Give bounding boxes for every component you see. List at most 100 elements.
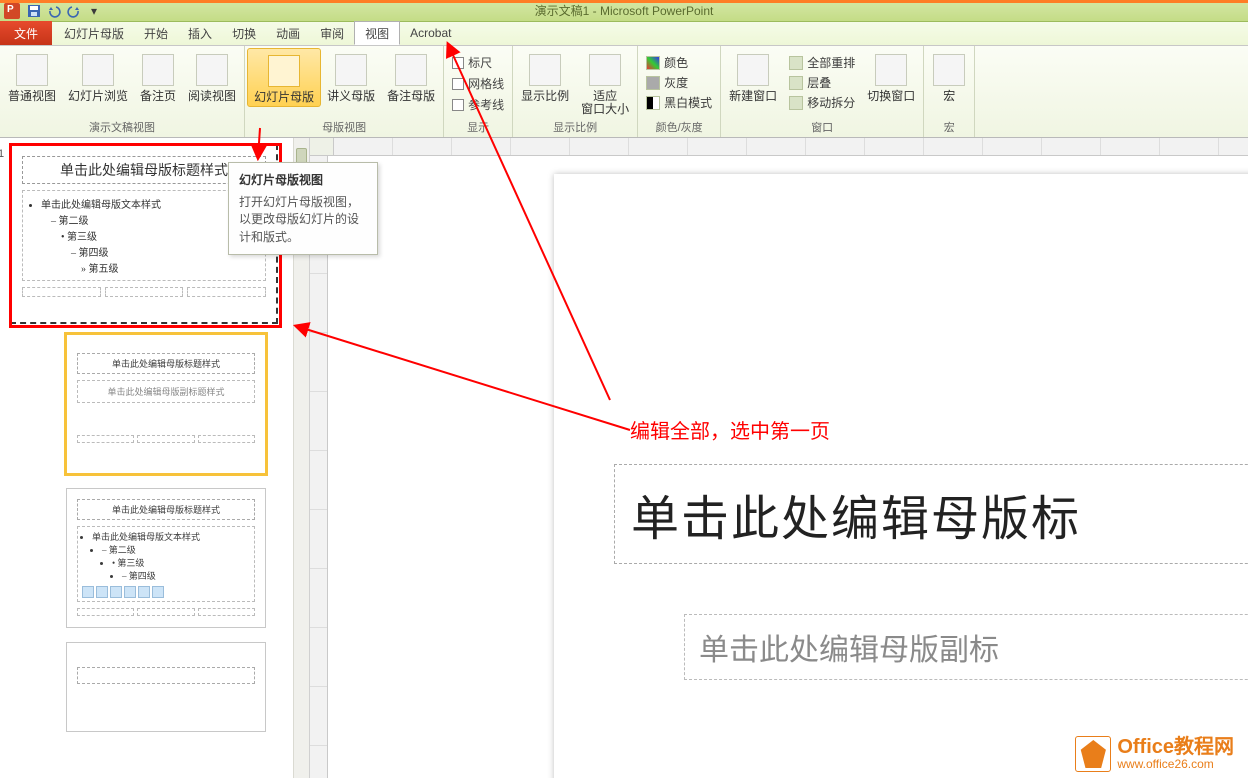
undo-icon[interactable] <box>45 2 63 20</box>
window-title: 演示文稿1 - Microsoft PowerPoint <box>535 2 714 19</box>
switch-windows-button[interactable]: 切换窗口 <box>861 48 921 105</box>
fit-window-button[interactable]: 适应 窗口大小 <box>575 48 635 118</box>
bullet-l4: 第四级 <box>79 248 109 259</box>
move-split-button[interactable]: 移动拆分 <box>789 94 855 111</box>
group-show: 标尺 网格线 参考线 显示 <box>444 46 513 137</box>
group-color-grayscale: 颜色 灰度 黑白模式 颜色/灰度 <box>638 46 721 137</box>
tab-slide-master[interactable]: 幻灯片母版 <box>54 21 134 45</box>
bullet-l1: 单击此处编辑母版文本样式 <box>92 530 250 543</box>
thumb-title <box>77 667 255 684</box>
layout-thumb-1[interactable]: 单击此处编辑母版标题样式 单击此处编辑母版副标题样式 <box>66 334 266 474</box>
group-label: 窗口 <box>723 121 921 137</box>
notes-master-icon <box>395 54 427 86</box>
group-label: 颜色/灰度 <box>640 121 718 137</box>
sorter-icon <box>82 54 114 86</box>
tab-animation[interactable]: 动画 <box>266 21 310 45</box>
canvas-viewport[interactable]: 单击此处编辑母版标 单击此处编辑母版副标 <box>334 156 1248 778</box>
macros-icon <box>933 54 965 86</box>
guides-checkbox[interactable]: 参考线 <box>452 96 504 113</box>
tab-label: 动画 <box>276 25 300 42</box>
screentip: 幻灯片母版视图 打开幻灯片母版视图，以更改母版幻灯片的设计和版式。 <box>228 162 378 255</box>
tab-label: 切换 <box>232 25 256 42</box>
btn-label: 移动拆分 <box>807 94 855 111</box>
tab-insert[interactable]: 插入 <box>178 21 222 45</box>
slide-canvas[interactable]: 单击此处编辑母版标 单击此处编辑母版副标 <box>554 174 1248 778</box>
title-bar: ▾ 演示文稿1 - Microsoft PowerPoint <box>0 0 1248 22</box>
btn-label: 灰度 <box>664 74 688 91</box>
bullet-l1: 单击此处编辑母版文本样式 <box>41 196 259 211</box>
handout-master-button[interactable]: 讲义母版 <box>321 48 381 105</box>
tab-view[interactable]: 视图 <box>354 21 400 45</box>
arrange-icon <box>789 56 803 70</box>
horizontal-ruler[interactable] <box>334 138 1248 156</box>
new-window-button[interactable]: 新建窗口 <box>723 48 783 105</box>
watermark-line2: www.office26.com <box>1117 758 1234 771</box>
group-macros: 宏 宏 <box>924 46 975 137</box>
arrange-all-button[interactable]: 全部重排 <box>789 54 855 71</box>
watermark: Office教程网 www.office26.com <box>1075 736 1234 772</box>
chk-label: 参考线 <box>468 96 504 113</box>
color-mode-button[interactable]: 颜色 <box>646 54 712 71</box>
ribbon-tabs: 文件 幻灯片母版 开始 插入 切换 动画 审阅 视图 Acrobat <box>0 22 1248 46</box>
tab-acrobat[interactable]: Acrobat <box>400 21 461 45</box>
chk-label: 网格线 <box>468 75 504 92</box>
tab-home[interactable]: 开始 <box>134 21 178 45</box>
bw-icon <box>646 96 660 110</box>
save-icon[interactable] <box>25 2 43 20</box>
cascade-button[interactable]: 层叠 <box>789 74 855 91</box>
btn-label: 备注页 <box>140 90 176 103</box>
normal-view-icon <box>16 54 48 86</box>
group-label: 母版视图 <box>247 121 441 137</box>
macros-button[interactable]: 宏 <box>926 48 972 105</box>
slide-sorter-button[interactable]: 幻灯片浏览 <box>62 48 134 105</box>
ruler-corner <box>310 138 334 156</box>
ruler-checkbox[interactable]: 标尺 <box>452 54 504 71</box>
screentip-body: 打开幻灯片母版视图，以更改母版幻灯片的设计和版式。 <box>239 194 367 246</box>
redo-icon[interactable] <box>65 2 83 20</box>
layout-thumb-3[interactable] <box>66 642 266 732</box>
tab-label: 审阅 <box>320 25 344 42</box>
zoom-button[interactable]: 显示比例 <box>515 48 575 105</box>
file-tab[interactable]: 文件 <box>0 21 52 45</box>
slide-master-button[interactable]: 幻灯片母版 <box>247 48 321 107</box>
group-label: 显示 <box>446 121 510 137</box>
group-presentation-views: 普通视图 幻灯片浏览 备注页 阅读视图 演示文稿视图 <box>0 46 245 137</box>
slide-index: 1 <box>0 148 4 160</box>
grayscale-button[interactable]: 灰度 <box>646 74 712 91</box>
thumb-footers <box>22 287 266 297</box>
btn-label: 幻灯片母版 <box>254 91 314 104</box>
slide-area[interactable]: 单击此处编辑母版标 单击此处编辑母版副标 <box>310 138 1248 778</box>
gridlines-checkbox[interactable]: 网格线 <box>452 75 504 92</box>
btn-label: 黑白模式 <box>664 94 712 111</box>
title-placeholder[interactable]: 单击此处编辑母版标 <box>614 464 1248 564</box>
btn-label: 层叠 <box>807 74 831 91</box>
notes-master-button[interactable]: 备注母版 <box>381 48 441 105</box>
thumb-footers <box>77 435 255 443</box>
notes-page-button[interactable]: 备注页 <box>134 48 182 105</box>
btn-label: 幻灯片浏览 <box>68 90 128 103</box>
switch-icon <box>875 54 907 86</box>
watermark-icon <box>1075 736 1111 772</box>
btn-label: 阅读视图 <box>188 90 236 103</box>
tab-review[interactable]: 审阅 <box>310 21 354 45</box>
btn-label: 讲义母版 <box>327 90 375 103</box>
slide-master-icon <box>268 55 300 87</box>
file-tab-label: 文件 <box>14 25 38 42</box>
layout-thumb-2[interactable]: 单击此处编辑母版标题样式 单击此处编辑母版文本样式 – 第二级 • 第三级 – … <box>66 488 266 628</box>
subtitle-placeholder[interactable]: 单击此处编辑母版副标 <box>684 614 1248 680</box>
tab-label: 幻灯片母版 <box>64 25 124 42</box>
powerpoint-icon[interactable] <box>4 3 20 19</box>
tab-transition[interactable]: 切换 <box>222 21 266 45</box>
qat-dropdown-icon[interactable]: ▾ <box>85 2 103 20</box>
tab-label: 开始 <box>144 25 168 42</box>
blackwhite-button[interactable]: 黑白模式 <box>646 94 712 111</box>
thumb-footers <box>77 608 255 616</box>
annotation-text: 编辑全部，选中第一页 <box>630 415 830 444</box>
normal-view-button[interactable]: 普通视图 <box>2 48 62 105</box>
reading-icon <box>196 54 228 86</box>
workspace: 1 单击此处编辑母版标题样式 单击此处编辑母版文本样式 – 第二级 • 第三级 <box>0 138 1248 778</box>
tab-label: Acrobat <box>410 26 451 40</box>
reading-view-button[interactable]: 阅读视图 <box>182 48 242 105</box>
color-icon <box>646 56 660 70</box>
thumb-title: 单击此处编辑母版标题样式 <box>77 499 255 520</box>
